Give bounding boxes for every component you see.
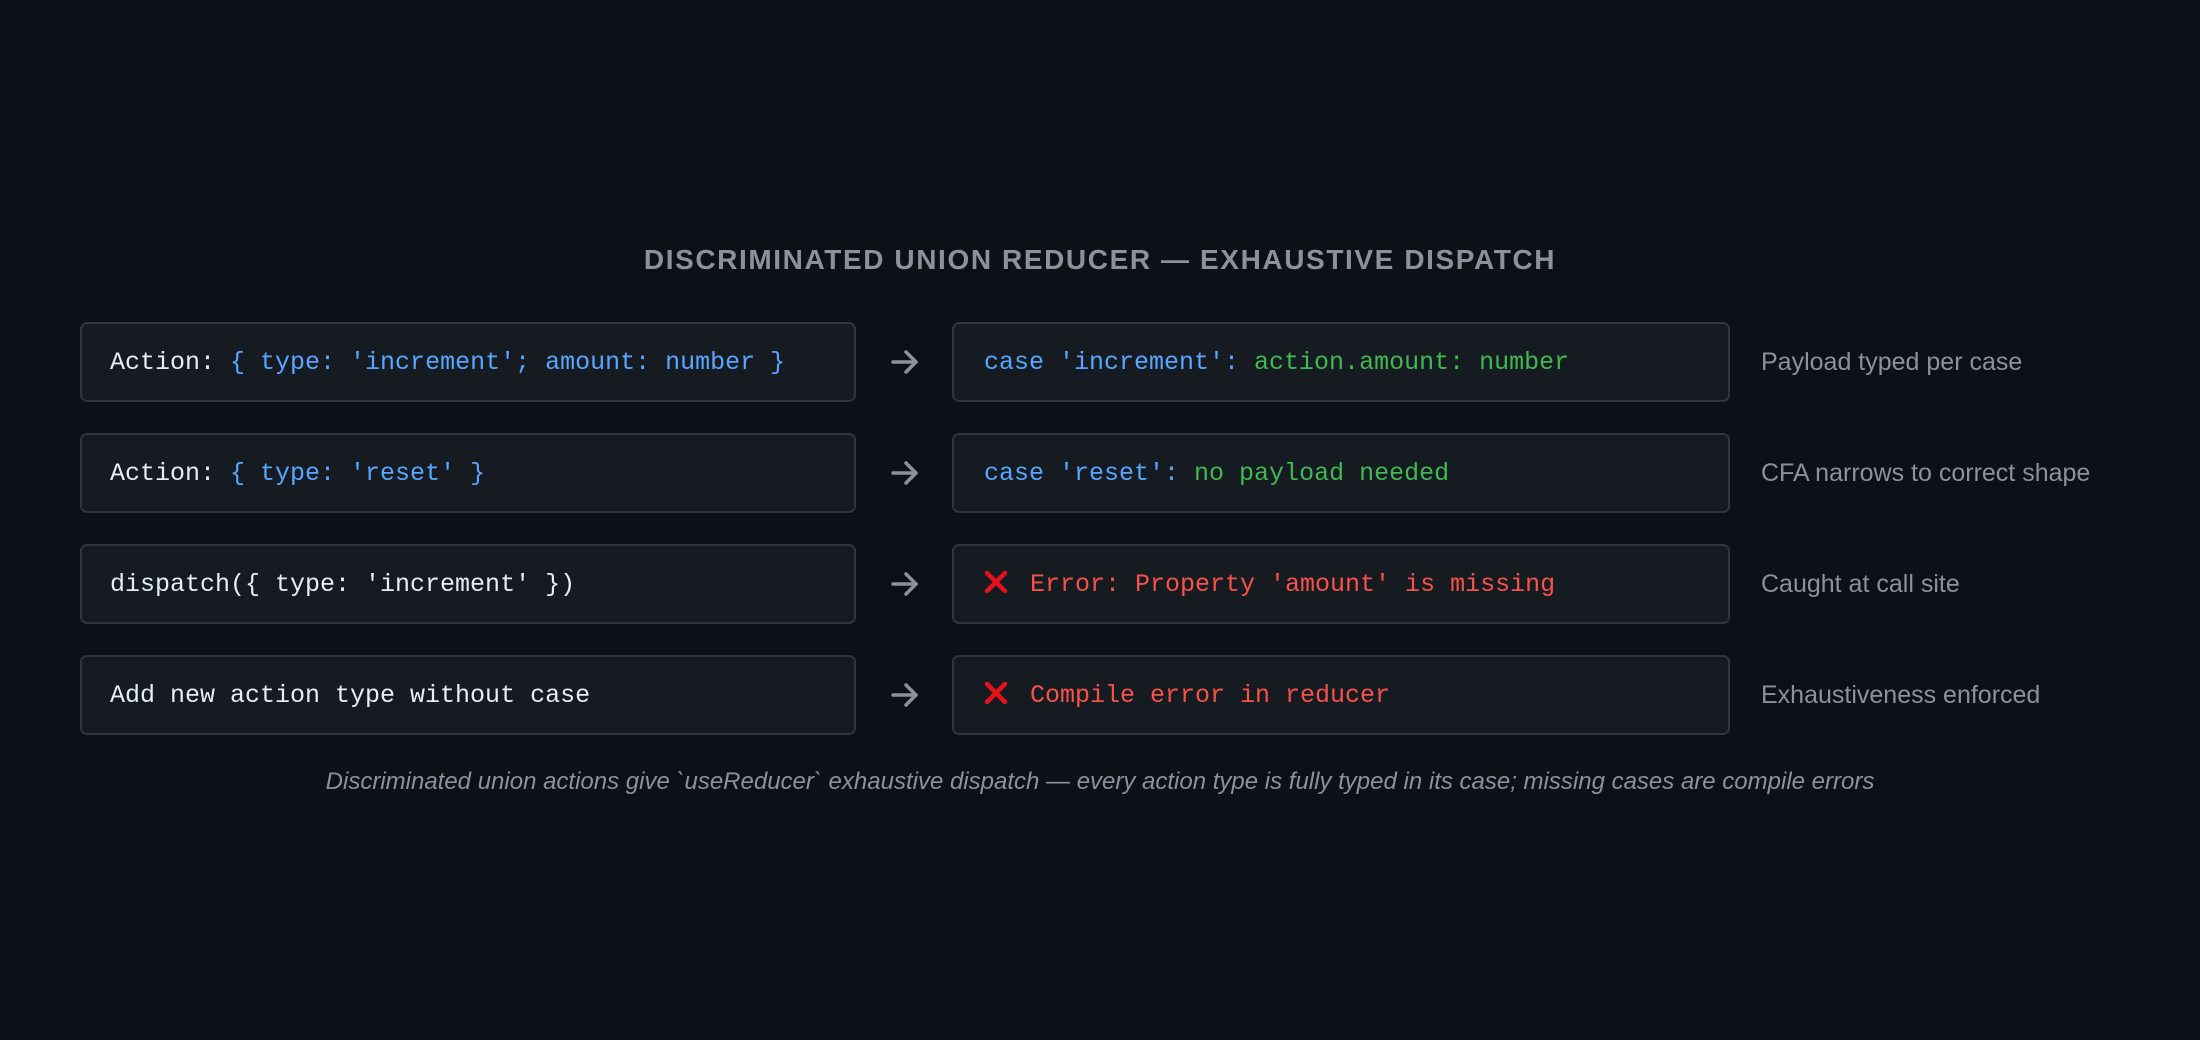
case-box-increment: case 'increment': action.amount: number: [952, 322, 1730, 402]
row-new-action-type: Add new action type without case Compile…: [80, 655, 2180, 737]
case-label: case 'increment':: [984, 347, 1255, 377]
row-note: CFA narrows to correct shape: [1761, 458, 2091, 487]
row-missing-payload: dispatch({ type: 'increment' }) Error: P…: [80, 544, 2180, 626]
right-arrow-icon: [891, 683, 918, 707]
right-arrow-icon: [891, 461, 918, 485]
diagram-caption: Discriminated union actions give `useRed…: [325, 768, 1875, 795]
diagram-canvas: DISCRIMINATED UNION REDUCER — EXHAUSTIVE…: [0, 0, 2200, 1040]
row-note: Payload typed per case: [1761, 347, 2023, 376]
action-box-increment: Action: { type: 'increment'; amount: num…: [80, 322, 856, 402]
row-reset: Action: { type: 'reset' } case 'reset': …: [80, 433, 2180, 515]
action-box-reset: Action: { type: 'reset' }: [80, 433, 856, 513]
case-detail: no payload needed: [1194, 458, 1450, 488]
error-box-compile: Compile error in reducer: [952, 655, 1730, 735]
action-prefix: Action:: [110, 347, 231, 377]
row-increment: Action: { type: 'increment'; amount: num…: [80, 322, 2180, 404]
dispatch-call-box: dispatch({ type: 'increment' }): [80, 544, 856, 624]
error-message: Error: Property 'amount' is missing: [1030, 569, 1556, 599]
error-box-missing-amount: Error: Property 'amount' is missing: [952, 544, 1730, 624]
row-note: Exhaustiveness enforced: [1761, 680, 2041, 709]
cross-mark-icon: [984, 570, 1008, 594]
cross-mark-icon: [984, 681, 1008, 705]
diagram-title: DISCRIMINATED UNION REDUCER — EXHAUSTIVE…: [643, 244, 1557, 275]
case-label: case 'reset':: [984, 458, 1195, 488]
right-arrow-icon: [891, 572, 918, 596]
action-prefix: Action:: [110, 458, 231, 488]
new-action-box: Add new action type without case: [80, 655, 856, 735]
error-message: Compile error in reducer: [1030, 680, 1391, 710]
action-type-literal: { type: 'reset' }: [230, 458, 486, 488]
rows-container: Action: { type: 'increment'; amount: num…: [80, 322, 2180, 766]
right-arrow-icon: [891, 350, 918, 374]
row-note: Caught at call site: [1761, 569, 1960, 598]
new-action-text: Add new action type without case: [110, 680, 591, 710]
case-box-reset: case 'reset': no payload needed: [952, 433, 1730, 513]
dispatch-call-code: dispatch({ type: 'increment' }): [110, 569, 576, 599]
case-detail: action.amount: number: [1254, 347, 1570, 377]
action-type-literal: { type: 'increment'; amount: number }: [230, 347, 786, 377]
